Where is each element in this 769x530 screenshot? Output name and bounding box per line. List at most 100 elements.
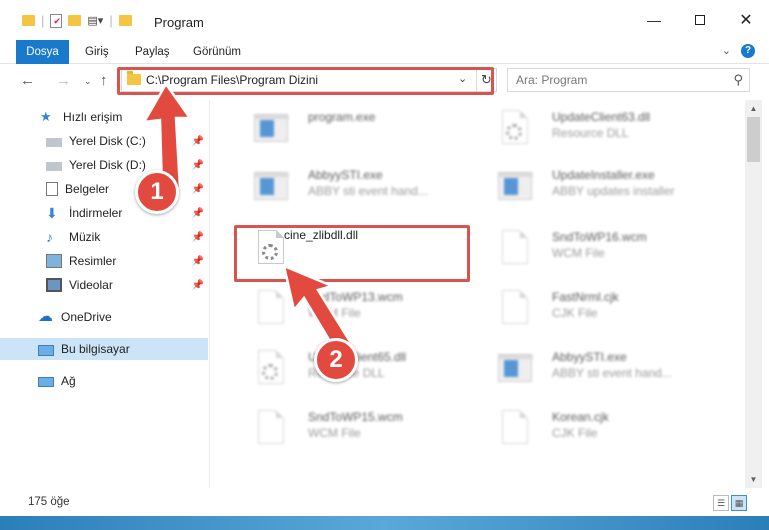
file-item[interactable]: UpdateClient63.dll Resource DLL xyxy=(478,104,718,160)
maximize-icon xyxy=(695,15,705,25)
vertical-scrollbar[interactable]: ▲ ▼ xyxy=(745,100,762,488)
toolbar-separator: | xyxy=(41,13,45,28)
search-box[interactable]: Ara: Program ⚲ xyxy=(507,68,750,92)
file-icon xyxy=(254,410,288,448)
search-input[interactable]: Ara: Program xyxy=(516,73,587,87)
sidebar-item-label: Bu bilgisayar xyxy=(61,342,130,356)
file-type: CJK File xyxy=(552,306,598,320)
file-name: UpdateInstaller.exe xyxy=(552,168,655,182)
maximize-button[interactable] xyxy=(677,0,723,40)
file-type: ABBY sti event hand... xyxy=(552,366,672,380)
scroll-down-icon[interactable]: ▼ xyxy=(745,471,762,488)
exe-file-icon xyxy=(498,168,533,206)
item-count: 175 öğe xyxy=(28,496,70,508)
sidebar-item-videos[interactable]: Videolar 📌 xyxy=(0,274,210,296)
file-item[interactable]: AbbyySTI.exe ABBY sti event hand... xyxy=(234,162,474,218)
forward-arrow-icon[interactable]: → xyxy=(56,72,71,89)
file-icon xyxy=(498,290,532,328)
documents-icon xyxy=(46,182,58,196)
cloud-icon: ☁ xyxy=(38,308,53,325)
properties-icon[interactable]: ✔ xyxy=(50,13,63,28)
pin-icon[interactable]: 📌 xyxy=(192,280,204,291)
sidebar-item-label: Resimler xyxy=(69,254,117,268)
drive-icon xyxy=(46,162,62,171)
file-type: CJK File xyxy=(552,426,598,440)
film-icon xyxy=(46,278,62,292)
file-name: SndToWP15.wcm xyxy=(308,410,403,424)
close-button[interactable]: ✕ xyxy=(723,0,769,40)
file-type: ABBY updates installer xyxy=(552,184,675,198)
file-type: WCM File xyxy=(308,426,361,440)
details-view-icon[interactable]: ☰ xyxy=(713,495,729,511)
file-item[interactable]: FastNrml.cjk CJK File xyxy=(478,284,718,340)
step-1-badge: 1 xyxy=(135,170,179,214)
up-arrow-icon[interactable]: ↑ xyxy=(100,72,108,89)
file-item[interactable]: program.exe xyxy=(234,104,474,160)
pin-icon[interactable]: 📌 xyxy=(192,232,204,243)
sidebar-item-label: OneDrive xyxy=(61,310,112,324)
music-note-icon: ♪ xyxy=(46,229,53,245)
help-icon[interactable]: ? xyxy=(741,44,755,58)
exe-file-icon xyxy=(498,350,533,388)
search-icon: ⚲ xyxy=(733,72,743,87)
view-toggle: ☰ ▦ xyxy=(713,495,747,511)
desktop-background xyxy=(0,516,769,530)
customize-toolbar-icon[interactable]: ▤▾ xyxy=(87,14,103,27)
sidebar-item-label: Hızlı erişim xyxy=(63,110,123,124)
sidebar-item-label: Videolar xyxy=(69,278,113,292)
file-item[interactable]: AbbyySTI.exe ABBY sti event hand... xyxy=(478,344,718,400)
download-arrow-icon: ⬇ xyxy=(46,205,58,221)
file-name: AbbyySTI.exe xyxy=(308,168,383,182)
sidebar-item-label: İndirmeler xyxy=(69,206,123,220)
title-bar: | ✔ ▤▾ | Program — ✕ xyxy=(0,0,769,40)
tab-share[interactable]: Paylaş xyxy=(135,40,170,64)
step-2-badge: 2 xyxy=(314,338,358,382)
folder-icon xyxy=(22,15,35,26)
file-name: Korean.cjk xyxy=(552,410,609,424)
file-explorer-window: | ✔ ▤▾ | Program — ✕ Dosya Giriş Paylaş … xyxy=(0,0,769,530)
tiles-view-icon[interactable]: ▦ xyxy=(731,495,747,511)
sidebar-item-music[interactable]: ♪ Müzik 📌 xyxy=(0,226,210,248)
sidebar-item-label: Yerel Disk (D:) xyxy=(69,158,146,172)
pin-icon[interactable]: 📌 xyxy=(192,256,204,267)
file-name: program.exe xyxy=(308,110,376,124)
file-type: Resource DLL xyxy=(552,126,629,140)
exe-file-icon xyxy=(254,168,289,206)
file-item[interactable]: SndToWP16.wcm WCM File xyxy=(478,224,718,280)
dll-file-icon xyxy=(498,110,532,148)
computer-icon xyxy=(38,344,54,356)
scroll-thumb[interactable] xyxy=(747,117,760,162)
window-title: Program xyxy=(154,15,204,30)
file-item[interactable]: SndToWP15.wcm WCM File xyxy=(234,404,474,460)
tab-home[interactable]: Giriş xyxy=(85,40,109,64)
quick-access-toolbar: | ✔ ▤▾ | xyxy=(22,13,132,28)
status-bar: 175 öğe ☰ ▦ xyxy=(0,490,769,516)
expand-ribbon-icon[interactable]: ⌄ xyxy=(722,44,731,58)
back-arrow-icon[interactable]: ← xyxy=(20,72,35,89)
window-controls: — ✕ xyxy=(631,0,769,40)
sidebar-item-label: Müzik xyxy=(69,230,101,244)
sidebar-item-network[interactable]: Ağ xyxy=(0,370,210,392)
file-item[interactable]: UpdateInstaller.exe ABBY updates install… xyxy=(478,162,718,218)
ribbon-controls: ⌄ ? xyxy=(722,44,755,58)
new-folder-icon[interactable] xyxy=(68,15,82,26)
pictures-icon xyxy=(46,254,62,268)
sidebar-item-pictures[interactable]: Resimler 📌 xyxy=(0,250,210,272)
file-icon xyxy=(498,410,532,448)
sidebar-item-label: Ağ xyxy=(61,374,76,388)
minimize-icon: — xyxy=(647,12,661,28)
file-item[interactable]: Korean.cjk CJK File xyxy=(478,404,718,460)
minimize-button[interactable]: — xyxy=(631,0,677,40)
sidebar-item-this-pc[interactable]: Bu bilgisayar xyxy=(0,338,208,360)
close-icon: ✕ xyxy=(739,12,753,29)
file-name: FastNrml.cjk xyxy=(552,290,619,304)
file-name: SndToWP16.wcm xyxy=(552,230,647,244)
file-name: UpdateClient63.dll xyxy=(552,110,651,124)
drive-icon xyxy=(46,138,62,147)
file-name: AbbyySTI.exe xyxy=(552,350,627,364)
sidebar-item-onedrive[interactable]: ☁ OneDrive xyxy=(0,306,210,328)
tab-view[interactable]: Görünüm xyxy=(193,40,241,64)
recent-locations-icon[interactable]: ⌄ xyxy=(84,76,92,87)
scroll-up-icon[interactable]: ▲ xyxy=(745,100,762,117)
file-type: WCM File xyxy=(552,246,605,260)
